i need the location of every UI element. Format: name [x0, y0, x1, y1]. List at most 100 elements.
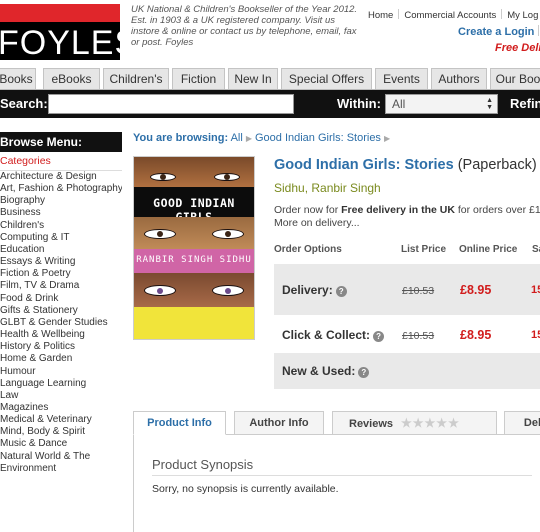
- cover-iris: [225, 287, 231, 294]
- tab-special-offers[interactable]: Special Offers: [281, 68, 372, 89]
- sidebar-category-item[interactable]: History & Politics: [0, 341, 122, 353]
- commercial-accounts-link[interactable]: Commercial Accounts: [404, 10, 496, 21]
- sidebar-category-item[interactable]: Mind, Body & Spirit: [0, 426, 122, 438]
- save-percent: 15: [531, 329, 540, 341]
- sidebar-category-item[interactable]: Law: [0, 390, 122, 402]
- order-option-click-collect[interactable]: Click & Collect:? £10.53 £8.95 15: [274, 317, 540, 353]
- tab-reviews[interactable]: Reviews ★★★★★: [332, 411, 497, 435]
- sidebar-category-item[interactable]: Education: [0, 244, 122, 256]
- product-title: Good Indian Girls: Stories (Paperback): [274, 157, 537, 173]
- cover-author: RANBIR SINGH SIDHU: [136, 255, 252, 265]
- tab-delivery[interactable]: Deli: [504, 411, 540, 435]
- refine-search-link[interactable]: Refin: [510, 96, 540, 111]
- within-select[interactable]: All ▲ ▼: [385, 94, 498, 114]
- help-icon[interactable]: ?: [373, 331, 385, 342]
- cover-band: [134, 157, 254, 187]
- cover-eye: [150, 173, 176, 181]
- product-format: (Paperback): [457, 157, 537, 173]
- logo-red-strip: [0, 4, 120, 22]
- cover-eye: [144, 229, 176, 239]
- create-login-link[interactable]: Create a Login: [458, 25, 540, 38]
- rating-stars-icon: ★★★★★: [401, 416, 460, 430]
- product-name: Good Indian Girls: Stories: [274, 157, 454, 173]
- sidebar-category-item[interactable]: Fiction & Poetry: [0, 268, 122, 280]
- order-option-delivery[interactable]: Delivery:? £10.53 £8.95 15: [274, 264, 540, 316]
- save-percent: 15: [531, 284, 540, 296]
- sidebar-category-item[interactable]: Architecture & Design: [0, 171, 122, 183]
- tab-events[interactable]: Events: [375, 68, 428, 89]
- delivery-note-text: Order now for: [274, 204, 339, 216]
- sidebar-category-item[interactable]: Natural World & The Environment: [0, 451, 100, 475]
- synopsis-title: Product Synopsis: [152, 457, 532, 476]
- cover-iris: [225, 231, 231, 237]
- cover-eye: [212, 229, 244, 239]
- sidebar-category-item[interactable]: Health & Wellbeing: [0, 329, 122, 341]
- cover-eye: [212, 285, 244, 296]
- sidebar-category-item[interactable]: Medical & Veterinary: [0, 414, 122, 426]
- sidebar-category-item[interactable]: Biography: [0, 195, 122, 207]
- sidebar-category-item[interactable]: Gifts & Stationery: [0, 305, 122, 317]
- cover-iris: [157, 231, 163, 237]
- main-nav: Books eBooks Children's Fiction New In S…: [0, 68, 540, 90]
- col-order-options: Order Options: [274, 244, 342, 255]
- tab-our-books[interactable]: Our Boo: [490, 68, 540, 89]
- tab-childrens[interactable]: Children's: [103, 68, 169, 89]
- search-input[interactable]: [48, 94, 294, 114]
- tab-authors[interactable]: Authors: [431, 68, 487, 89]
- sidebar-category-item[interactable]: Food & Drink: [0, 293, 122, 305]
- col-online-price: Online Price: [459, 244, 518, 255]
- search-bar: Search: Within: All ▲ ▼ Refin: [0, 90, 540, 118]
- tab-fiction[interactable]: Fiction: [172, 68, 225, 89]
- within-select-value: All: [392, 97, 406, 111]
- tab-author-info[interactable]: Author Info: [234, 411, 324, 435]
- sidebar-category-item[interactable]: Magazines: [0, 402, 122, 414]
- more-on-delivery-link[interactable]: More on delivery...: [274, 217, 360, 229]
- option-label-text: New & Used:: [282, 364, 356, 378]
- sidebar-category-item[interactable]: Children's: [0, 220, 122, 232]
- tab-reviews-label: Reviews: [349, 418, 394, 430]
- product-info-tabs: Product Info Author Info Reviews ★★★★★ De…: [133, 411, 540, 435]
- tab-ebooks[interactable]: eBooks: [43, 68, 100, 89]
- product-author-link[interactable]: Sidhu, Ranbir Singh: [274, 181, 381, 195]
- link-divider: [538, 25, 540, 36]
- sidebar-category-item[interactable]: Essays & Writing: [0, 256, 122, 268]
- create-login-label: Create a Login: [458, 26, 535, 38]
- breadcrumb-item-all[interactable]: All: [231, 132, 243, 144]
- cover-iris: [224, 174, 230, 180]
- sidebar-category-item[interactable]: GLBT & Gender Studies: [0, 317, 122, 329]
- home-link[interactable]: Home: [368, 10, 393, 21]
- synopsis-text: Sorry, no synopsis is currently availabl…: [152, 483, 339, 495]
- sidebar-category-item[interactable]: Humour: [0, 366, 122, 378]
- breadcrumb: You are browsing: All ▶ Good Indian Girls:…: [133, 132, 393, 144]
- sidebar-category-item[interactable]: Computing & IT: [0, 232, 122, 244]
- sidebar-category-item[interactable]: Art, Fashion & Photography: [0, 183, 122, 195]
- option-label: New & Used:?: [282, 364, 370, 378]
- col-save: Sa: [532, 244, 540, 255]
- cover-iris: [157, 287, 163, 294]
- tab-product-info[interactable]: Product Info: [133, 411, 226, 435]
- my-login-link[interactable]: My Log: [507, 10, 538, 21]
- cover-eye: [214, 173, 240, 181]
- delivery-note-text: for orders over £10: [457, 204, 540, 216]
- sidebar-category-item[interactable]: Language Learning: [0, 378, 122, 390]
- help-icon[interactable]: ?: [358, 367, 370, 378]
- free-delivery-banner[interactable]: Free Deli: [495, 42, 540, 54]
- browse-sidebar: Browse Menu: Categories Architecture & D…: [0, 132, 122, 475]
- list-price: £10.53: [402, 330, 435, 342]
- sidebar-category-item[interactable]: Business: [0, 207, 122, 219]
- order-option-new-used[interactable]: New & Used:?: [274, 353, 540, 390]
- tab-books[interactable]: Books: [0, 68, 36, 89]
- link-divider: [398, 9, 400, 19]
- help-icon[interactable]: ?: [335, 286, 347, 297]
- breadcrumb-item-current[interactable]: Good Indian Girls: Stories: [255, 132, 381, 144]
- sidebar-category-item[interactable]: Home & Garden: [0, 353, 122, 365]
- option-label-text: Delivery:: [282, 283, 333, 297]
- book-cover-image[interactable]: GOOD INDIAN GIRLS RANBIR SINGH SIDHU: [133, 156, 255, 340]
- sidebar-category-item[interactable]: Music & Dance: [0, 438, 122, 450]
- top-links: Home Commercial Accounts My Log: [368, 9, 538, 21]
- logo-text: FOYLES: [0, 24, 139, 62]
- cover-yellow-band: [134, 307, 254, 339]
- foyles-logo[interactable]: FOYLES: [0, 4, 137, 60]
- sidebar-category-item[interactable]: Film, TV & Drama: [0, 280, 122, 292]
- tab-new-in[interactable]: New In: [228, 68, 278, 89]
